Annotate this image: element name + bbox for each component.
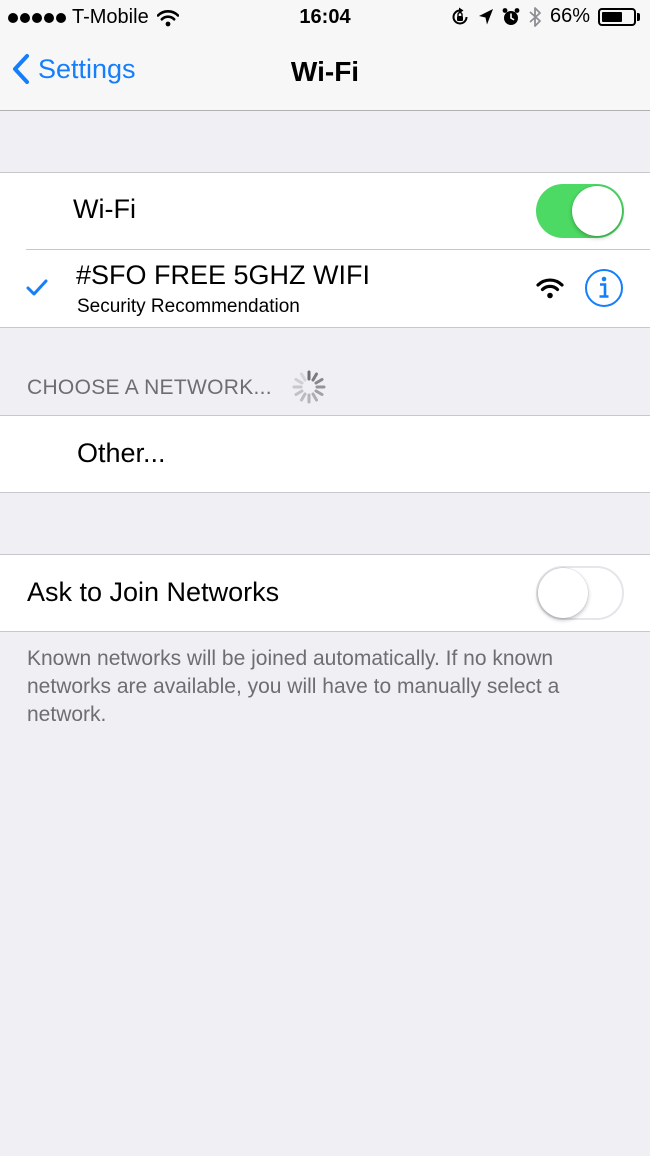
page-title: Wi-Fi (290, 56, 360, 87)
navigation-bar: Settings Wi-Fi (0, 36, 650, 111)
network-name: #SFO FREE 5GHZ WIFI (76, 260, 371, 290)
ask-to-join-group: Ask to Join Networks (0, 554, 650, 632)
ask-to-join-row: Ask to Join Networks (0, 555, 650, 631)
bluetooth-icon (529, 6, 541, 27)
info-icon[interactable] (584, 268, 624, 308)
network-subtitle: Security Recommendation (77, 296, 300, 317)
location-icon (478, 8, 493, 24)
spinner-icon (292, 370, 326, 404)
status-bar: T-Mobile 16:04 66% (0, 0, 650, 36)
wifi-toggle-switch[interactable] (536, 184, 624, 238)
orientation-lock-icon (452, 7, 468, 24)
battery-fill (602, 11, 622, 22)
other-network-row[interactable]: Other... (0, 416, 650, 492)
other-network-label: Other... (77, 438, 166, 468)
status-right: 66% (450, 5, 640, 28)
battery-percent: 66% (549, 5, 590, 27)
checkmark-icon (26, 279, 48, 296)
battery-tip (637, 12, 640, 21)
connected-network-row[interactable]: #SFO FREE 5GHZ WIFI Security Recommendat… (0, 250, 650, 328)
ask-to-join-label: Ask to Join Networks (27, 577, 280, 607)
toggle-knob (572, 186, 622, 236)
ask-to-join-switch[interactable] (536, 566, 624, 620)
alarm-icon (502, 7, 520, 25)
wifi-signal-icon (536, 278, 564, 299)
ask-to-join-footer: Known networks will be joined automatica… (27, 647, 560, 726)
other-network-group: Other... (0, 415, 650, 493)
wifi-group: Wi-Fi #SFO FREE 5GHZ WIFI Security Recom… (0, 172, 650, 328)
choose-network-header: CHOOSE A NETWORK... (27, 376, 272, 399)
wifi-toggle-label: Wi-Fi (73, 194, 136, 224)
toggle-knob (538, 568, 588, 618)
battery-icon (598, 7, 636, 26)
wifi-toggle-row: Wi-Fi (0, 173, 650, 250)
